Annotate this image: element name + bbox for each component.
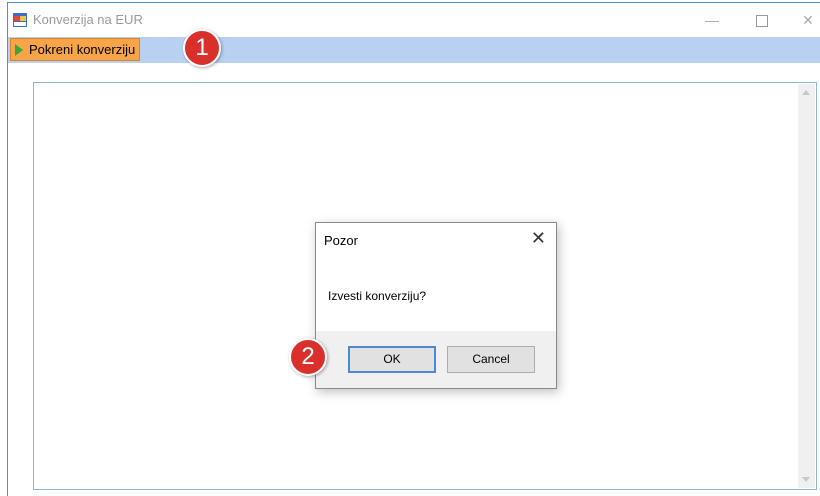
dialog-title: Pozor (324, 233, 358, 248)
dialog-close-button[interactable]: ✕ (531, 228, 546, 249)
app-window-icon (13, 13, 27, 27)
minimize-button[interactable]: — (692, 7, 732, 33)
cancel-button[interactable]: Cancel (447, 346, 535, 373)
toolbar: Pokreni konverziju (8, 37, 820, 63)
confirm-dialog: Pozor ✕ Izvesti konverziju? OK Cancel (315, 222, 557, 389)
vertical-scrollbar[interactable] (798, 84, 815, 488)
dialog-message: Izvesti konverziju? (328, 289, 427, 303)
maximize-icon (756, 15, 768, 28)
dialog-footer: OK Cancel (316, 331, 556, 388)
step-badge-1: 1 (183, 29, 221, 67)
close-window-button[interactable]: ✕ (788, 7, 820, 33)
step-badge-2: 2 (289, 338, 327, 376)
run-conversion-button[interactable]: Pokreni konverziju (10, 38, 141, 61)
window-title: Konverzija na EUR (33, 12, 143, 27)
ok-button[interactable]: OK (348, 346, 436, 373)
run-conversion-label: Pokreni konverziju (29, 42, 136, 57)
scroll-up-icon[interactable] (802, 90, 810, 95)
play-triangle-icon (15, 44, 23, 56)
scroll-down-icon[interactable] (802, 477, 810, 482)
title-bar: Konverzija na EUR — ✕ (8, 3, 820, 37)
maximize-button[interactable] (742, 7, 782, 33)
